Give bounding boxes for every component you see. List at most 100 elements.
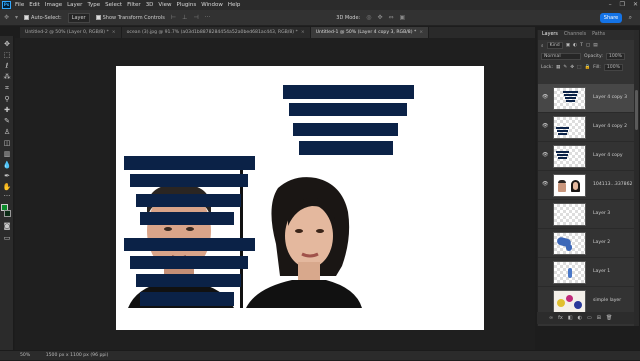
brush-tool-icon[interactable]: ✎ (2, 117, 12, 126)
tab-channels[interactable]: Channels (564, 30, 586, 40)
menu-help[interactable]: Help (228, 2, 241, 8)
bar-left-1[interactable] (124, 156, 255, 170)
tab-ocean[interactable]: ocean (3).jpg @ 91.7% (a03d1b8878284454a… (122, 27, 311, 38)
move-tool-icon[interactable]: ✥ (4, 14, 9, 21)
menu-image[interactable]: Image (45, 2, 62, 8)
layer-style-icon[interactable]: fx (558, 315, 563, 321)
magic-wand-icon[interactable]: ⁂ (2, 73, 12, 82)
opacity-input[interactable]: 100% (605, 53, 626, 60)
new-group-icon[interactable]: ▭ (587, 315, 592, 321)
menu-file[interactable]: File (15, 2, 24, 8)
hand-tool-icon[interactable]: ✋ (2, 183, 12, 192)
bar-top-3[interactable] (293, 123, 398, 136)
transform-controls-checkbox[interactable]: Show Transform Controls (95, 14, 165, 21)
auto-select-dropdown[interactable]: Layer (67, 12, 90, 23)
crop-tool-icon[interactable]: ⌗ (2, 84, 12, 93)
bar-left-7[interactable] (136, 274, 241, 287)
document-canvas[interactable] (116, 66, 484, 330)
tab-paths[interactable]: Paths (592, 30, 605, 40)
filter-smart-icon[interactable]: ▤ (593, 43, 597, 48)
bar-top-1[interactable] (283, 85, 414, 99)
kind-filter-dropdown[interactable]: Kind (546, 42, 563, 49)
delete-layer-icon[interactable]: 🗑 (606, 315, 612, 321)
bar-top-4[interactable] (299, 141, 393, 155)
eraser-tool-icon[interactable]: ◫ (2, 139, 12, 148)
close-icon[interactable]: × (112, 30, 116, 35)
quick-mask-icon[interactable]: ◙ (2, 222, 12, 231)
move-tool-icon[interactable]: ✥ (2, 40, 12, 49)
gradient-tool-icon[interactable]: ▥ (2, 150, 12, 159)
menu-layer[interactable]: Layer (67, 2, 82, 8)
menu-type[interactable]: Type (87, 2, 100, 8)
filter-adjust-icon[interactable]: ◐ (573, 43, 577, 48)
visibility-hidden-icon[interactable] (542, 298, 548, 303)
camera-icon[interactable]: ▣ (400, 14, 406, 21)
search-icon[interactable]: ⌕ (629, 14, 632, 22)
link-layers-icon[interactable]: ∞ (549, 315, 553, 321)
filter-shape-icon[interactable]: ▢ (586, 43, 590, 48)
screen-mode-icon[interactable]: ▭ (2, 234, 12, 243)
photoshop-logo[interactable]: Ps (2, 1, 11, 9)
panel-scrollbar[interactable] (634, 30, 639, 326)
close-icon[interactable]: ✕ (633, 0, 638, 10)
lock-brush-icon[interactable]: ✎ (563, 65, 567, 70)
orbit-icon[interactable]: ◎ (366, 14, 371, 21)
fill-input[interactable]: 100% (603, 64, 623, 71)
visibility-hidden-icon[interactable] (542, 211, 548, 216)
menu-filter[interactable]: Filter (127, 2, 141, 8)
minimize-icon[interactable]: – (609, 0, 612, 10)
lasso-tool-icon[interactable]: ℓ (2, 62, 12, 71)
zoom-level[interactable]: 50% (20, 353, 30, 358)
visibility-eye-icon[interactable]: 👁 (542, 182, 548, 187)
align-right-icon[interactable]: ⊣ (193, 14, 198, 21)
visibility-eye-icon[interactable]: 👁 (542, 95, 548, 100)
healing-brush-icon[interactable]: ✚ (2, 106, 12, 115)
menu-edit[interactable]: Edit (29, 2, 40, 8)
lock-artboard-icon[interactable]: ⬚ (577, 65, 581, 70)
share-button[interactable]: Share (600, 13, 622, 23)
layer-row[interactable]: 👁 Layer 4 copy 3 (538, 84, 635, 113)
marquee-tool-icon[interactable]: ⬚ (2, 51, 12, 60)
close-icon[interactable]: × (419, 30, 423, 35)
lock-pixels-icon[interactable]: ▦ (556, 65, 560, 70)
close-icon[interactable]: × (301, 30, 305, 35)
layer-row[interactable]: 👁 104113...337862 (538, 171, 635, 200)
align-left-icon[interactable]: ⊢ (171, 14, 176, 21)
restore-icon[interactable]: ❐ (620, 0, 625, 10)
tab-untitled-1[interactable]: Untitled-1 @ 50% (Layer 4 copy 3, RGB/8)… (310, 27, 430, 38)
slide-icon[interactable]: ⇔ (389, 14, 394, 21)
scrollbar-thumb[interactable] (635, 90, 638, 130)
clone-stamp-icon[interactable]: ♙ (2, 128, 12, 137)
tab-layers[interactable]: Layers (542, 30, 558, 40)
layer-row[interactable]: Layer 2 (538, 229, 635, 258)
bar-left-8[interactable] (140, 292, 234, 306)
blur-tool-icon[interactable]: 💧 (2, 161, 12, 170)
more-options-icon[interactable]: ··· (205, 14, 211, 21)
menu-select[interactable]: Select (105, 2, 122, 8)
lock-all-icon[interactable]: 🔒 (584, 65, 590, 70)
blend-mode-dropdown[interactable]: Normal (541, 53, 581, 60)
bar-left-2[interactable] (130, 174, 248, 187)
layer-row[interactable]: 👁 Layer 4 copy (538, 142, 635, 171)
pan-icon[interactable]: ✥ (377, 14, 382, 21)
new-layer-icon[interactable]: ⊞ (597, 315, 601, 321)
layer-row[interactable]: 👁 Layer 4 copy 2 (538, 113, 635, 142)
visibility-eye-icon[interactable]: 👁 (542, 124, 548, 129)
auto-select-checkbox[interactable]: Auto-Select: (24, 14, 62, 21)
layer-row[interactable]: Layer 1 (538, 258, 635, 287)
eyedropper-icon[interactable]: ⚲ (2, 95, 12, 104)
lock-move-icon[interactable]: ✥ (570, 65, 574, 70)
chevron-down-icon[interactable]: ▾ (15, 14, 18, 21)
visibility-hidden-icon[interactable] (542, 240, 548, 245)
bar-left-4[interactable] (140, 212, 234, 225)
adjustment-layer-icon[interactable]: ◐ (578, 315, 582, 321)
bar-left-6[interactable] (130, 256, 248, 269)
tab-untitled-2[interactable]: Untitled-2 @ 50% (Layer 0, RGB/8) * × (20, 27, 122, 38)
bar-top-2[interactable] (289, 103, 407, 116)
menu-plugins[interactable]: Plugins (176, 2, 196, 8)
filter-type-icon[interactable]: T (580, 43, 583, 48)
menu-window[interactable]: Window (201, 2, 223, 8)
align-center-icon[interactable]: ⊥ (182, 14, 187, 21)
background-color-swatch[interactable] (4, 210, 11, 217)
menu-view[interactable]: View (158, 2, 171, 8)
